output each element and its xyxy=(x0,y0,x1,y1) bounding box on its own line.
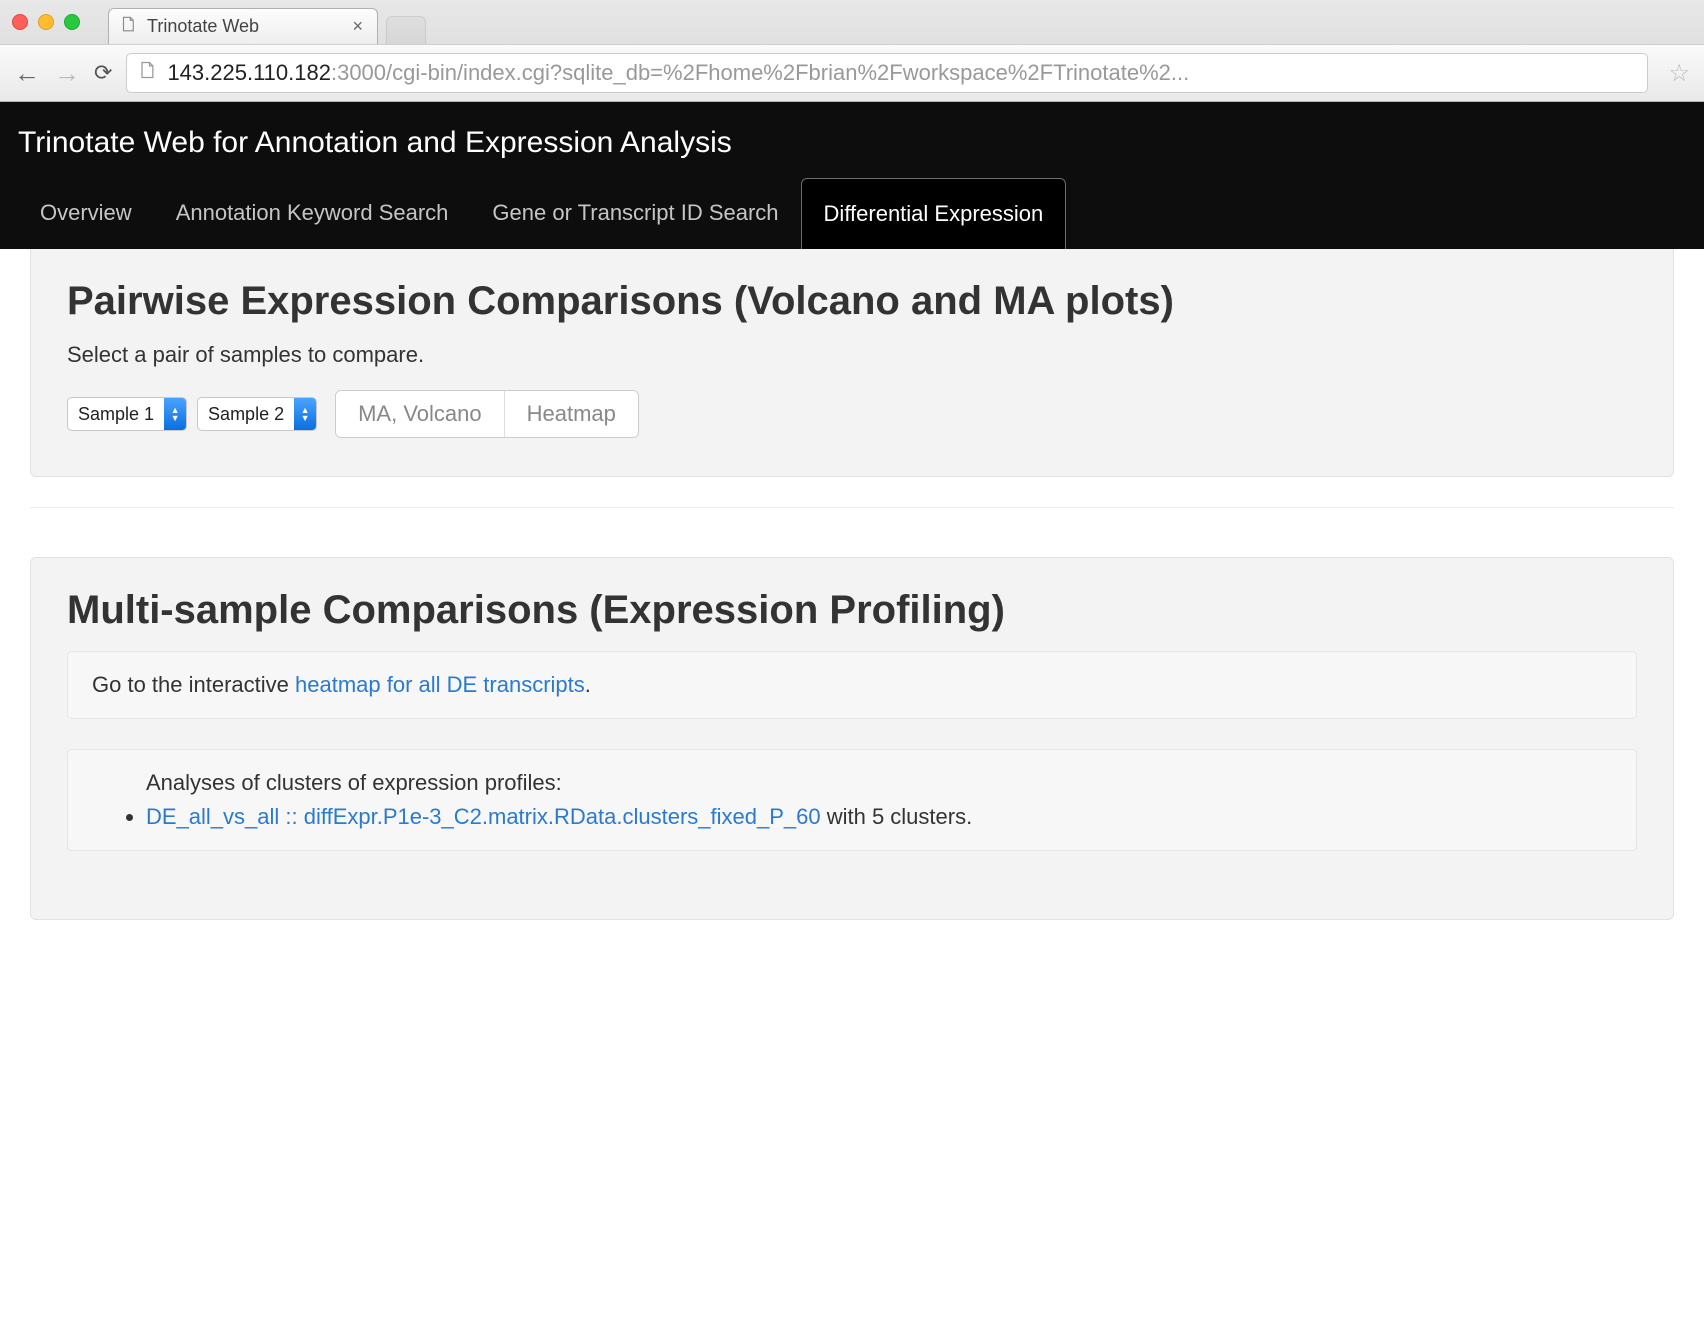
sample1-label: Sample 1 xyxy=(68,404,164,425)
pairwise-controls: Sample 1 ▲▼ Sample 2 ▲▼ MA, Volcano Heat… xyxy=(67,390,1637,438)
plot-type-buttons: MA, Volcano Heatmap xyxy=(335,390,639,438)
tab-strip: Trinotate Web × xyxy=(0,0,1704,44)
cluster-list: DE_all_vs_all :: diffExpr.P1e-3_C2.matri… xyxy=(92,804,1612,830)
heatmap-prefix: Go to the interactive xyxy=(92,672,295,697)
clusters-well: Analyses of clusters of expression profi… xyxy=(67,749,1637,851)
nav-id-search[interactable]: Gene or Transcript ID Search xyxy=(470,178,800,249)
app-title: Trinotate Web for Annotation and Express… xyxy=(0,102,1704,178)
browser-tab[interactable]: Trinotate Web × xyxy=(108,8,378,44)
panel-divider xyxy=(30,507,1674,557)
heatmap-suffix: . xyxy=(585,672,591,697)
pairwise-heading: Pairwise Expression Comparisons (Volcano… xyxy=(67,279,1637,324)
select-stepper-icon: ▲▼ xyxy=(164,398,186,430)
sample2-select[interactable]: Sample 2 ▲▼ xyxy=(197,397,317,431)
address-bar[interactable]: 143.225.110.182:3000/cgi-bin/index.cgi?s… xyxy=(126,53,1648,93)
sample1-select[interactable]: Sample 1 ▲▼ xyxy=(67,397,187,431)
browser-toolbar: ← → ⟳ 143.225.110.182:3000/cgi-bin/index… xyxy=(0,44,1704,101)
reload-button[interactable]: ⟳ xyxy=(94,62,112,84)
browser-chrome: Trinotate Web × ← → ⟳ 143.225.110.182:30… xyxy=(0,0,1704,102)
multisample-panel: Multi-sample Comparisons (Expression Pro… xyxy=(30,557,1674,920)
clusters-title: Analyses of clusters of expression profi… xyxy=(92,770,1612,796)
heatmap-button[interactable]: Heatmap xyxy=(504,391,638,437)
minimize-window-button[interactable] xyxy=(38,14,54,30)
app-nav: Overview Annotation Keyword Search Gene … xyxy=(0,178,1704,249)
page-icon xyxy=(137,60,157,86)
pairwise-panel: Pairwise Expression Comparisons (Volcano… xyxy=(30,249,1674,477)
select-stepper-icon: ▲▼ xyxy=(294,398,316,430)
tab-close-icon[interactable]: × xyxy=(352,16,363,37)
heatmap-well: Go to the interactive heatmap for all DE… xyxy=(67,651,1637,719)
window-controls xyxy=(12,14,80,30)
cluster-link[interactable]: DE_all_vs_all :: diffExpr.P1e-3_C2.matri… xyxy=(146,804,821,829)
zoom-window-button[interactable] xyxy=(64,14,80,30)
app-header: Trinotate Web for Annotation and Express… xyxy=(0,102,1704,249)
url-text: 143.225.110.182:3000/cgi-bin/index.cgi?s… xyxy=(167,60,1189,86)
page-icon xyxy=(119,15,137,38)
heatmap-link[interactable]: heatmap for all DE transcripts xyxy=(295,672,585,697)
pairwise-subtext: Select a pair of samples to compare. xyxy=(67,342,1637,368)
bookmark-star-icon[interactable]: ☆ xyxy=(1668,59,1690,88)
multisample-heading: Multi-sample Comparisons (Expression Pro… xyxy=(67,588,1637,633)
sample2-label: Sample 2 xyxy=(198,404,294,425)
nav-overview[interactable]: Overview xyxy=(18,178,154,249)
cluster-suffix: with 5 clusters. xyxy=(821,804,973,829)
tab-title: Trinotate Web xyxy=(147,16,259,37)
ma-volcano-button[interactable]: MA, Volcano xyxy=(336,391,504,437)
nav-differential-expression[interactable]: Differential Expression xyxy=(801,178,1067,249)
forward-button[interactable]: → xyxy=(54,60,80,86)
nav-keyword-search[interactable]: Annotation Keyword Search xyxy=(154,178,471,249)
close-window-button[interactable] xyxy=(12,14,28,30)
cluster-item: DE_all_vs_all :: diffExpr.P1e-3_C2.matri… xyxy=(146,804,1612,830)
back-button[interactable]: ← xyxy=(14,60,40,86)
new-tab-button[interactable] xyxy=(386,16,426,44)
